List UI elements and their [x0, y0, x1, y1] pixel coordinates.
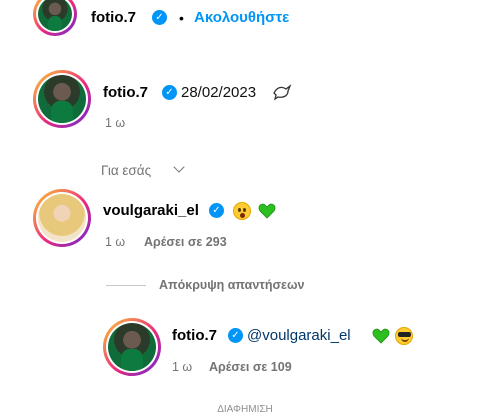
- comment-time: 1 ω: [105, 235, 126, 249]
- caption-username[interactable]: fotio.7: [103, 84, 148, 101]
- caption-text: 28/02/2023: [181, 84, 257, 101]
- chevron-down-icon[interactable]: [173, 161, 185, 173]
- header-separator: •: [179, 10, 184, 26]
- follow-button[interactable]: Ακολουθήστε: [194, 9, 289, 26]
- hushed-face-icon: [233, 202, 251, 220]
- sunglasses-face-icon: [395, 327, 413, 345]
- verified-badge-icon: ✓: [152, 10, 167, 25]
- verified-badge-icon: ✓: [162, 85, 177, 100]
- hide-replies-button[interactable]: Απόκρυψη απαντήσεων: [159, 278, 305, 292]
- commenter-avatar[interactable]: [33, 189, 91, 247]
- reply-author-avatar[interactable]: [103, 318, 161, 376]
- dove-icon: [273, 84, 292, 101]
- reply-time: 1 ω: [172, 360, 193, 374]
- verified-badge-icon: ✓: [209, 203, 224, 218]
- reply-likes[interactable]: Αρέσει σε 109: [209, 360, 292, 374]
- comment-likes[interactable]: Αρέσει σε 293: [144, 235, 227, 249]
- ad-label: ΔΙΑΦΗΜΙΣΗ: [217, 404, 273, 415]
- reply-mention[interactable]: @voulgaraki_el: [247, 327, 351, 344]
- green-heart-icon: [372, 328, 390, 344]
- green-heart-icon: [258, 203, 276, 219]
- post-author-username[interactable]: fotio.7: [91, 9, 136, 26]
- comments-filter-label[interactable]: Για εσάς: [101, 163, 151, 178]
- verified-badge-icon: ✓: [228, 328, 243, 343]
- comment-username[interactable]: voulgaraki_el: [103, 202, 199, 219]
- replies-divider: [106, 285, 146, 286]
- caption-time: 1 ω: [105, 116, 126, 130]
- reply-username[interactable]: fotio.7: [172, 327, 217, 344]
- caption-author-avatar[interactable]: [33, 70, 91, 128]
- post-author-avatar[interactable]: [33, 0, 77, 36]
